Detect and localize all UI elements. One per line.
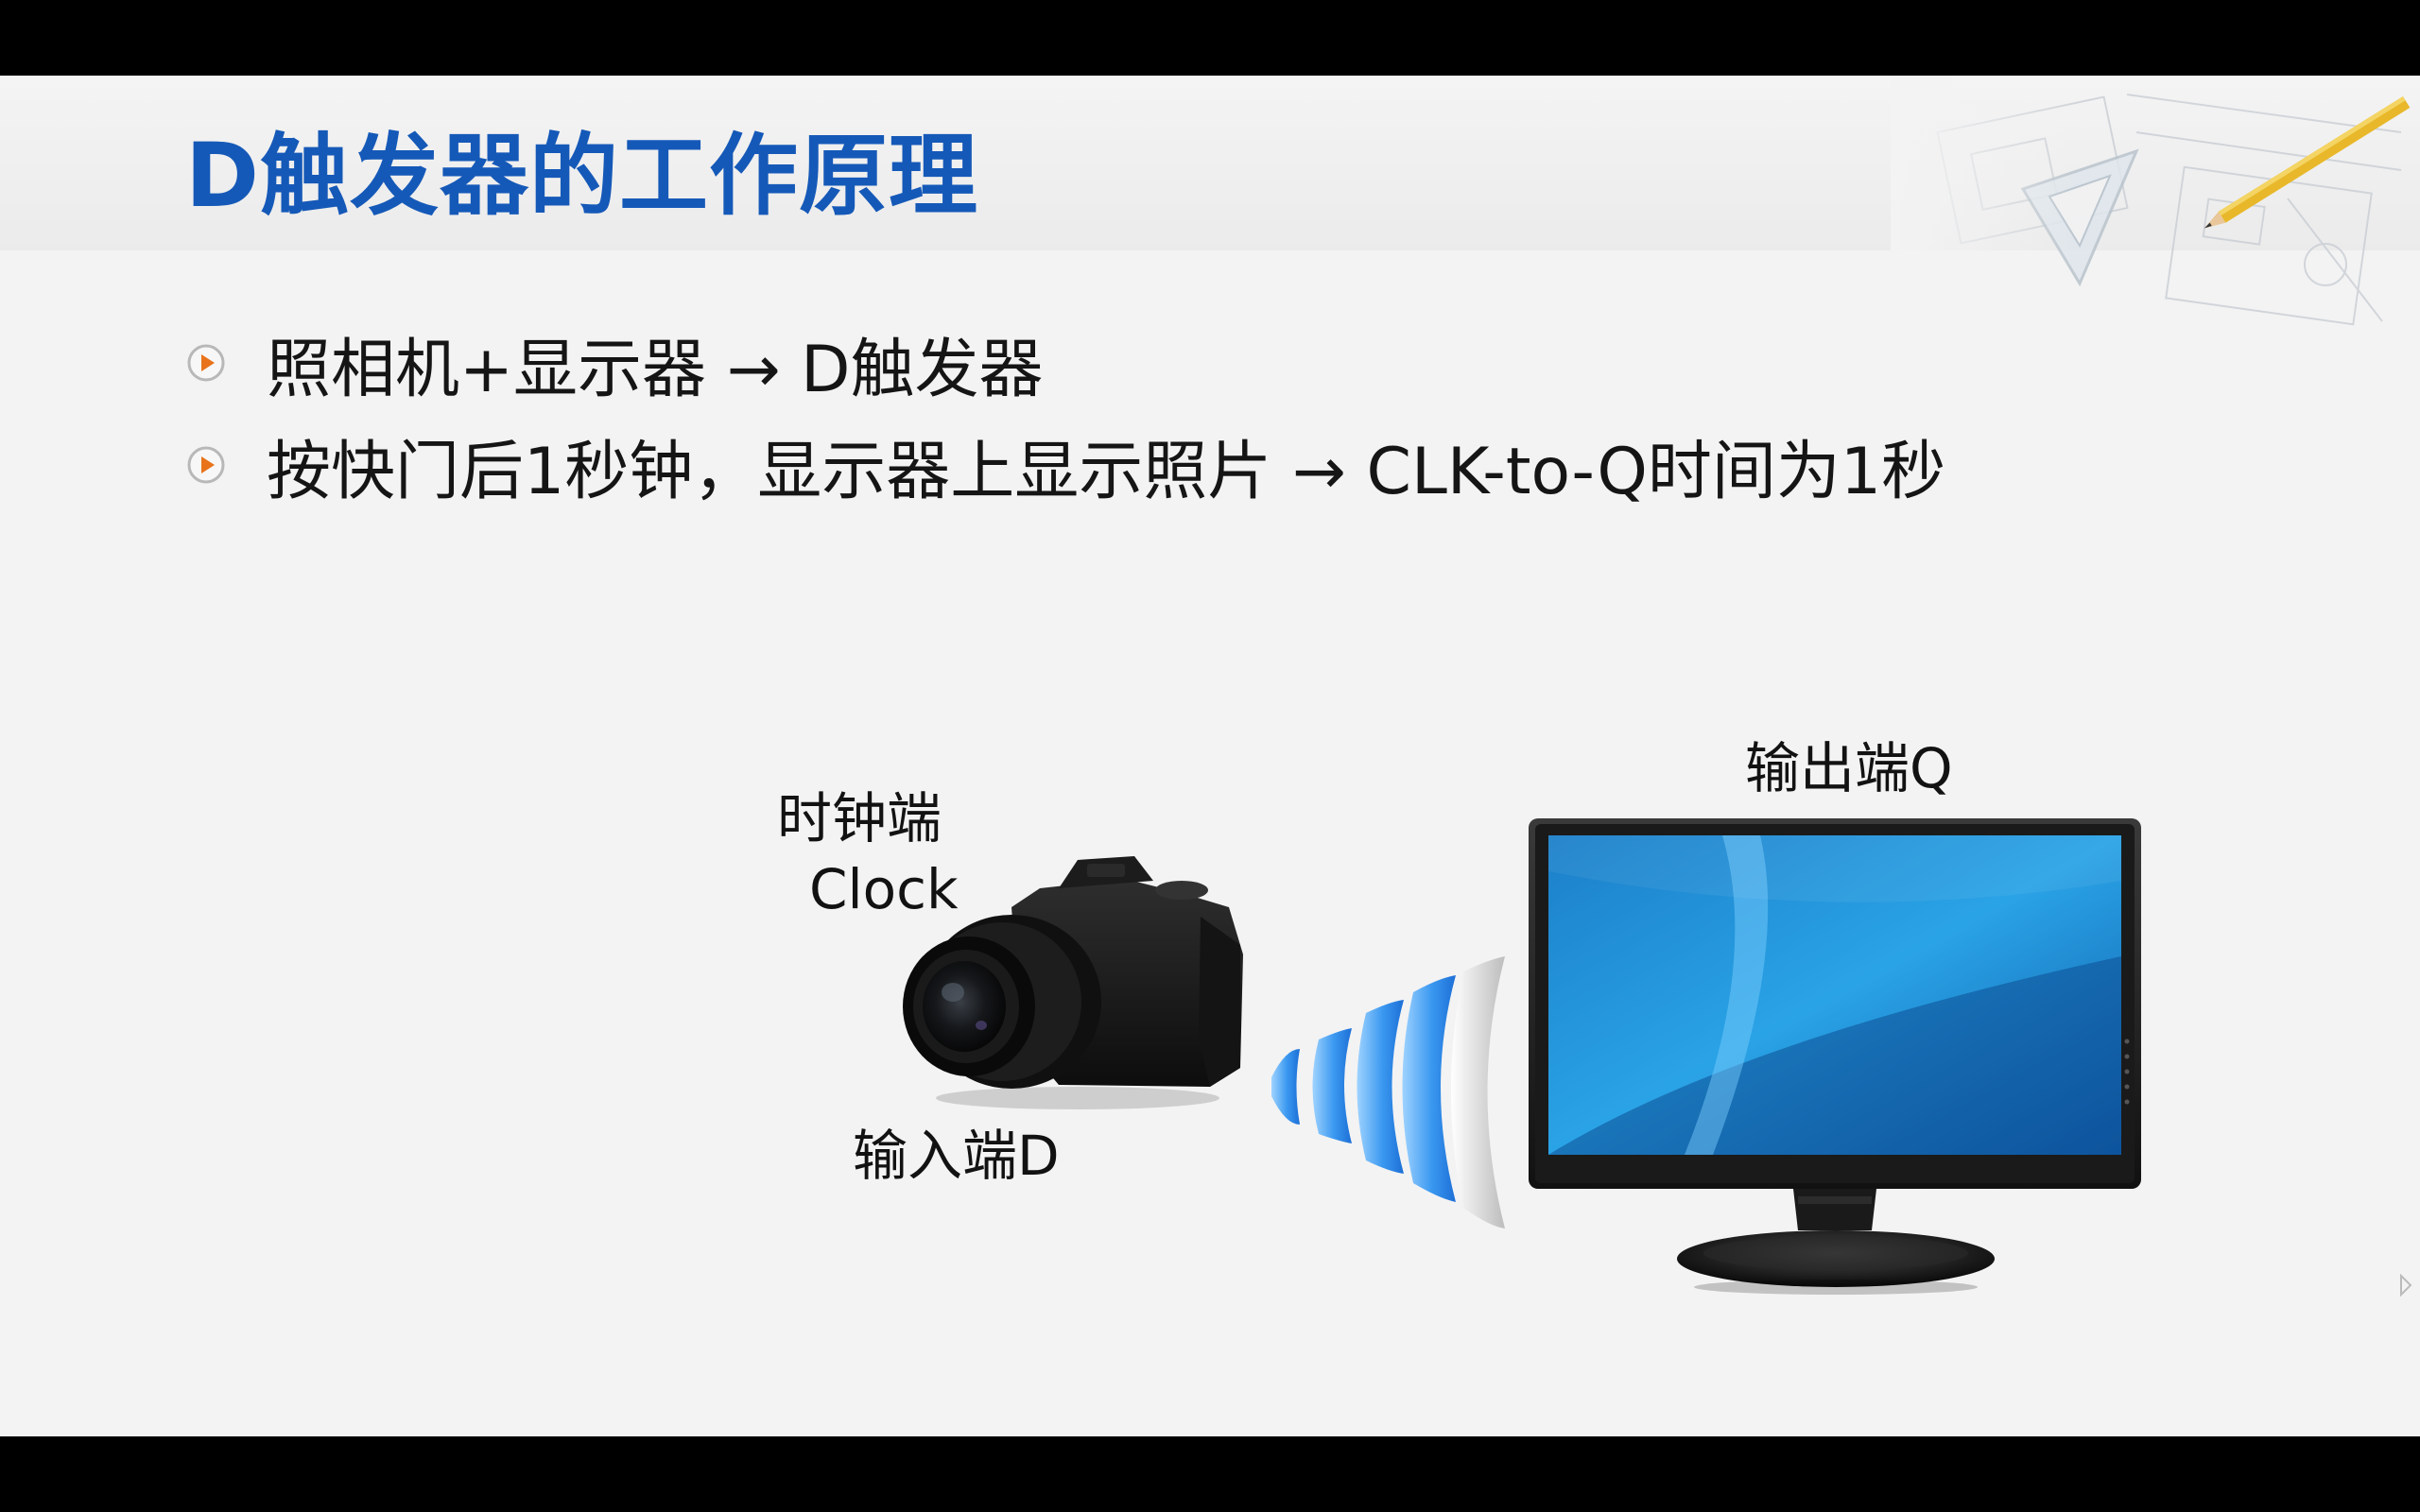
play-bullet-icon	[187, 344, 225, 382]
monitor-icon	[1529, 818, 2141, 1295]
wireless-signal-icon	[1271, 956, 1505, 1228]
bullet-list: 照相机+显示器 → D触发器 按快门后1秒钟，显示器上显示照片 → CLK-to…	[185, 312, 1945, 516]
slide-title: D触发器的工作原理	[185, 125, 979, 228]
input-label: 输入端D	[853, 1124, 1060, 1188]
bullet-item: 按快门后1秒钟，显示器上显示照片 → CLK-to-Q时间为1秒	[185, 414, 1945, 516]
camera-icon	[903, 856, 1243, 1109]
video-letterbox-bottom	[0, 1436, 2420, 1512]
drafting-tools-decoration	[1891, 76, 2420, 359]
corner-arrow-icon	[2400, 1274, 2412, 1297]
bullet-item: 照相机+显示器 → D触发器	[185, 312, 1945, 414]
video-letterbox-top	[0, 0, 2420, 76]
play-bullet-icon	[187, 446, 225, 484]
output-label: 输出端Q	[1745, 736, 1953, 800]
bullet-text: 按快门后1秒钟，显示器上显示照片 → CLK-to-Q时间为1秒	[267, 434, 1946, 509]
clock-label-cn: 时钟端	[777, 786, 942, 850]
bullet-text: 照相机+显示器 → D触发器	[267, 332, 1044, 407]
presentation-slide: D触发器的工作原理 照相机+显示器 → D触发器 按快门后1秒钟，显示器上显示照…	[0, 76, 2420, 1436]
